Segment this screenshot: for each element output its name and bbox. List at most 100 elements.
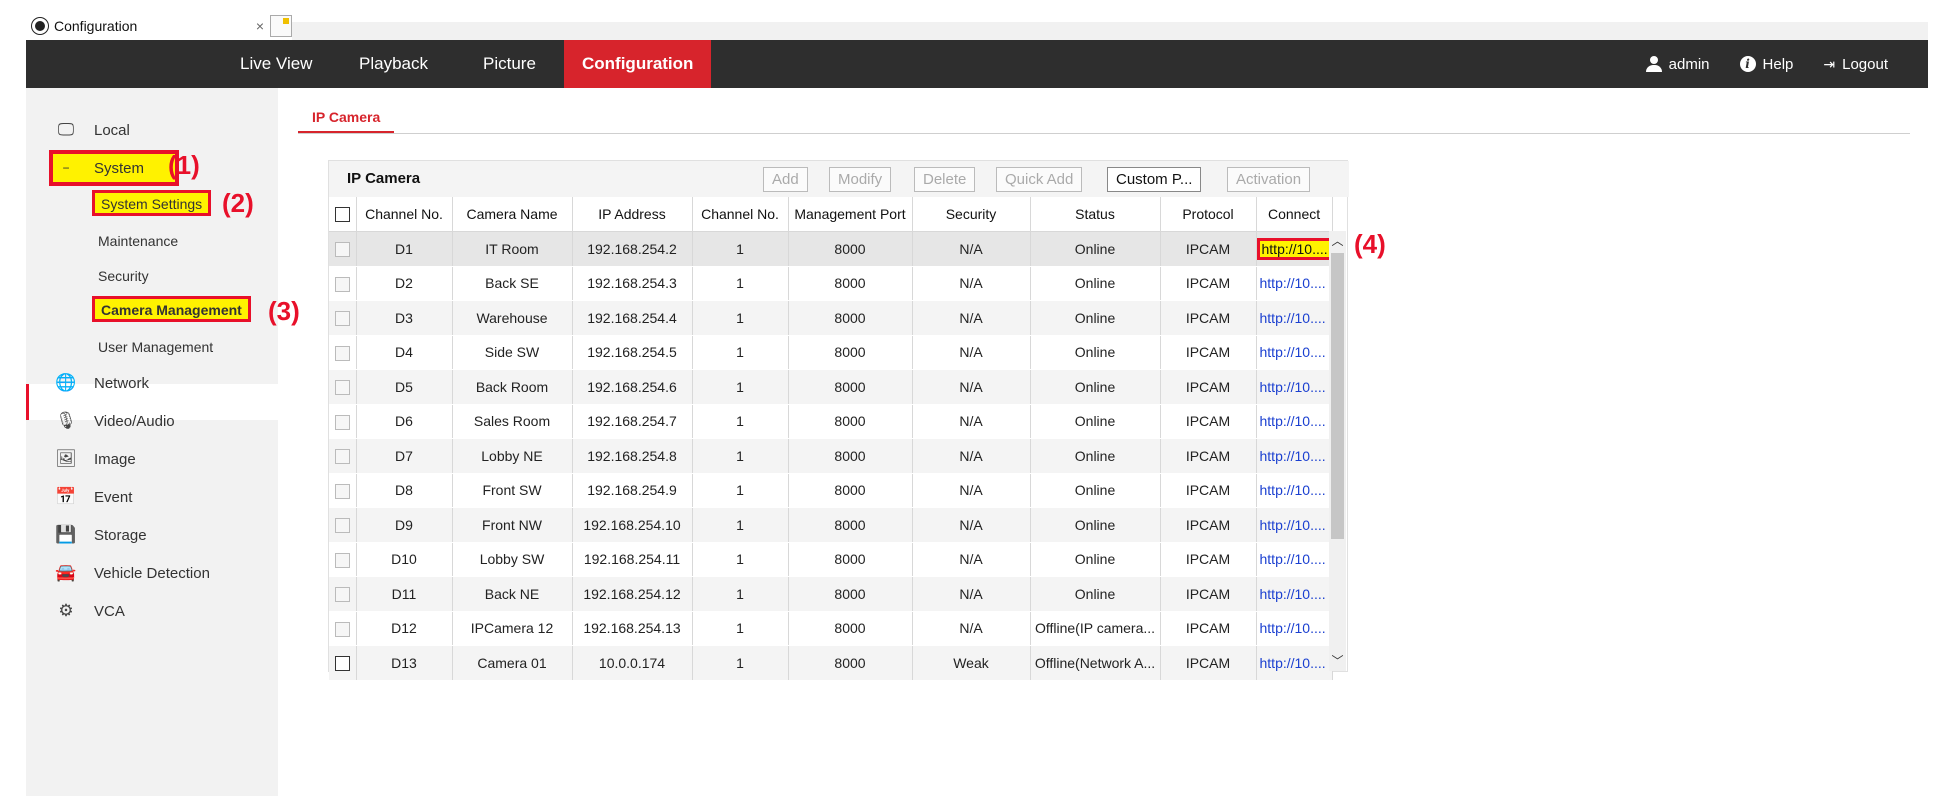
browser-tab[interactable]: Configuration × [26, 12, 292, 40]
table-row[interactable]: D7 Lobby NE 192.168.254.8 1 8000 N/A Online IPC… [329, 438, 1333, 474]
cell-security: N/A [912, 507, 1031, 543]
cell-security: N/A [912, 335, 1031, 370]
select-all-checkbox[interactable] [334, 207, 350, 223]
nav-playback[interactable]: Playback [359, 40, 428, 88]
nav-picture[interactable]: Picture [483, 40, 536, 88]
connect-link[interactable]: http://10.... [1260, 517, 1326, 533]
sidebar-sub-system-settings[interactable]: System Settings [92, 190, 212, 216]
activation-button[interactable]: Activation [1227, 167, 1311, 192]
table-scrollbar[interactable]: ︿ ﹀ [1329, 231, 1346, 671]
table-row[interactable]: D12 IPCamera 12 192.168.254.13 1 8000 N/A Offl… [329, 611, 1333, 646]
connect-link[interactable]: http://10.... [1260, 344, 1326, 360]
table-row[interactable]: D3 Warehouse 192.168.254.4 1 8000 N/A Online IP… [329, 300, 1333, 336]
add-button[interactable]: Add [763, 167, 808, 192]
cell-connect[interactable]: http://10.... [1256, 231, 1333, 267]
connect-link[interactable]: http://10.... [1260, 413, 1326, 429]
scroll-down-icon[interactable]: ﹀ [1329, 651, 1346, 671]
connect-link[interactable]: http://10.... [1260, 310, 1326, 326]
sidebar-item-label: Image [94, 450, 136, 468]
new-tab-icon[interactable] [270, 15, 292, 37]
cell-camera-name: Camera 01 [452, 645, 573, 681]
sidebar-item-storage[interactable]: 💾 Storage [26, 520, 278, 550]
table-row[interactable]: D8 Front SW 192.168.254.9 1 8000 N/A Online IPC… [329, 473, 1333, 508]
logout-link[interactable]: ⇥ Logout [1823, 56, 1888, 73]
cell-connect[interactable]: http://10.... [1256, 335, 1333, 370]
col-security: Security [912, 197, 1031, 232]
table-row[interactable]: D9 Front NW 192.168.254.10 1 8000 N/A Online IP… [329, 507, 1333, 543]
sidebar-sub-camera-management[interactable]: Camera Management [92, 296, 251, 322]
modify-button[interactable]: Modify [829, 167, 892, 192]
row-checkbox[interactable] [334, 276, 350, 292]
row-checkbox[interactable] [334, 656, 350, 672]
scroll-up-icon[interactable]: ︿ [1329, 231, 1346, 251]
cell-connect[interactable]: http://10.... [1256, 300, 1333, 336]
sidebar-item-system[interactable]: − System [26, 153, 278, 183]
row-checkbox[interactable] [334, 311, 350, 327]
cell-connect[interactable]: http://10.... [1256, 404, 1333, 439]
row-checkbox[interactable] [334, 518, 350, 534]
cell-ip-address: 192.168.254.11 [572, 542, 693, 577]
cell-connect[interactable]: http://10.... [1256, 611, 1333, 646]
scroll-thumb[interactable] [1331, 253, 1344, 539]
connect-link[interactable]: http://10.... [1260, 275, 1326, 291]
cell-connect[interactable]: http://10.... [1256, 507, 1333, 543]
row-checkbox[interactable] [334, 380, 350, 396]
connect-link[interactable]: http://10.... [1260, 655, 1326, 671]
cell-connect[interactable]: http://10.... [1256, 645, 1333, 681]
tab-ip-camera[interactable]: IP Camera [298, 104, 395, 134]
row-checkbox[interactable] [334, 621, 350, 637]
connect-link[interactable]: http://10.... [1260, 482, 1326, 498]
cell-connect[interactable]: http://10.... [1256, 266, 1333, 301]
connect-link[interactable]: http://10.... [1256, 237, 1332, 260]
connect-link[interactable]: http://10.... [1260, 551, 1326, 567]
row-checkbox[interactable] [334, 552, 350, 568]
table-row[interactable]: D2 Back SE 192.168.254.3 1 8000 N/A Online IPCA… [329, 266, 1333, 301]
row-checkbox[interactable] [334, 414, 350, 430]
sidebar-item-network[interactable]: 🌐 Network [26, 368, 278, 398]
cell-connect[interactable]: http://10.... [1256, 542, 1333, 577]
nav-configuration[interactable]: Configuration [564, 40, 712, 88]
user-menu[interactable]: admin [1645, 56, 1710, 73]
table-row[interactable]: D5 Back Room 192.168.254.6 1 8000 N/A Online IP… [329, 369, 1333, 405]
help-link[interactable]: i Help [1739, 56, 1793, 73]
sidebar-item-video-audio[interactable]: 🎙 Video/Audio [26, 406, 278, 436]
sidebar-sub-maintenance[interactable]: Maintenance [92, 228, 184, 254]
delete-button[interactable]: Delete [914, 167, 976, 192]
connect-link[interactable]: http://10.... [1260, 620, 1326, 636]
panel-title: IP Camera [347, 170, 421, 187]
row-checkbox[interactable] [334, 449, 350, 465]
row-checkbox[interactable] [334, 242, 350, 258]
custom-protocol-button[interactable]: Custom P... [1107, 167, 1202, 192]
sidebar-sub-security[interactable]: Security [92, 263, 155, 289]
cell-protocol: IPCAM [1160, 404, 1257, 439]
row-checkbox[interactable] [334, 483, 350, 499]
sidebar-item-image[interactable]: 🖼 Image [26, 444, 278, 474]
tab-divider [298, 133, 1910, 134]
table-row[interactable]: D10 Lobby SW 192.168.254.11 1 8000 N/A Online I… [329, 542, 1333, 577]
connect-link[interactable]: http://10.... [1260, 379, 1326, 395]
table-row[interactable]: D11 Back NE 192.168.254.12 1 8000 N/A Online IP… [329, 576, 1333, 612]
row-checkbox[interactable] [334, 587, 350, 603]
table-row[interactable]: D4 Side SW 192.168.254.5 1 8000 N/A Online IPCA… [329, 335, 1333, 370]
cell-connect[interactable]: http://10.... [1256, 473, 1333, 508]
cell-camera-name: Sales Room [452, 404, 573, 439]
sidebar-item-event[interactable]: 📅 Event [26, 482, 278, 512]
connect-link[interactable]: http://10.... [1260, 448, 1326, 464]
nav-live-view[interactable]: Live View [240, 40, 312, 88]
col-channel-no-2: Channel No. [692, 197, 789, 232]
quick-add-button[interactable]: Quick Add [996, 167, 1083, 192]
sidebar-sub-user-management[interactable]: User Management [92, 334, 219, 360]
table-row[interactable]: D13 Camera 01 10.0.0.174 1 8000 Weak Offline(N… [329, 645, 1333, 681]
cell-connect[interactable]: http://10.... [1256, 369, 1333, 405]
row-checkbox[interactable] [334, 345, 350, 361]
row-select-cell [329, 645, 357, 681]
sidebar-item-local[interactable]: 🖵 Local [26, 115, 278, 145]
cell-connect[interactable]: http://10.... [1256, 438, 1333, 474]
table-row[interactable]: D1 IT Room 192.168.254.2 1 8000 N/A Online IPCA… [329, 231, 1333, 267]
table-row[interactable]: D6 Sales Room 192.168.254.7 1 8000 N/A Online I… [329, 404, 1333, 439]
sidebar-item-vehicle-detection[interactable]: 🚘 Vehicle Detection [26, 558, 278, 588]
sidebar-item-vca[interactable]: ⚙ VCA [26, 596, 278, 626]
cell-connect[interactable]: http://10.... [1256, 576, 1333, 612]
tab-close-icon[interactable]: × [256, 18, 264, 34]
connect-link[interactable]: http://10.... [1260, 586, 1326, 602]
